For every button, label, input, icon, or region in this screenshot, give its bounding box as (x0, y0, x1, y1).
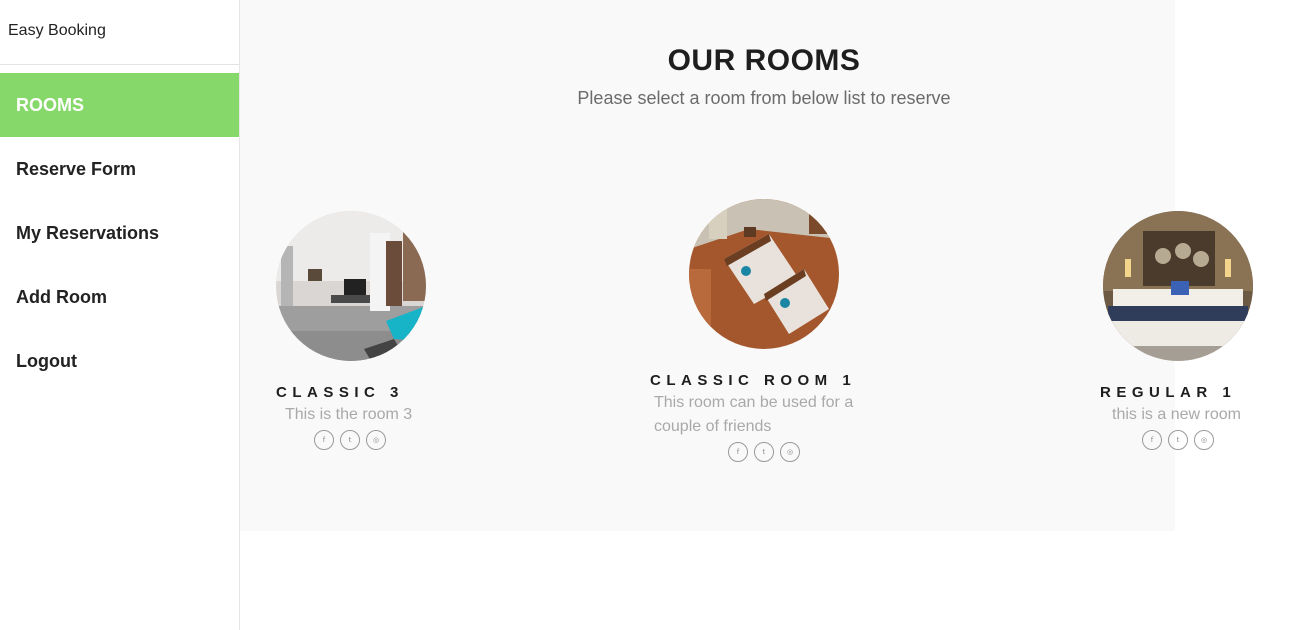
twitter-icon[interactable]: t (340, 430, 360, 450)
sidebar-item-my-reservations[interactable]: My Reservations (0, 201, 239, 265)
room-image[interactable] (276, 211, 426, 361)
sidebar-item-add-room[interactable]: Add Room (0, 265, 239, 329)
social-links: f t ◎ (1142, 430, 1214, 450)
room-description: This is the room 3 (285, 406, 413, 423)
double-bed-room-photo (1103, 211, 1253, 361)
sidebar-item-logout[interactable]: Logout (0, 329, 239, 393)
room-name: CLASSIC 3 (276, 384, 404, 401)
room-name: REGULAR 1 (1100, 384, 1237, 401)
facebook-icon[interactable]: f (314, 430, 334, 450)
twitter-icon[interactable]: t (754, 442, 774, 462)
twitter-icon[interactable]: t (1168, 430, 1188, 450)
room-description: this is a new room (1112, 406, 1241, 423)
room-description: This room can be used for a couple of fr… (654, 394, 854, 435)
instagram-icon[interactable]: ◎ (780, 442, 800, 462)
room-image[interactable] (1103, 211, 1253, 361)
facebook-icon[interactable]: f (1142, 430, 1162, 450)
brand-name[interactable]: Easy Booking (0, 0, 239, 65)
modern-room-photo (276, 211, 426, 361)
social-links: f t ◎ (314, 430, 386, 450)
page-subtitle: Please select a room from below list to … (577, 88, 951, 108)
social-links: f t ◎ (728, 442, 800, 462)
page-title: OUR ROOMS (667, 44, 861, 77)
instagram-icon[interactable]: ◎ (366, 430, 386, 450)
sidebar-nav: ROOMS Reserve Form My Reservations Add R… (0, 73, 239, 393)
sidebar-item-rooms[interactable]: ROOMS (0, 73, 239, 137)
sidebar-item-reserve-form[interactable]: Reserve Form (0, 137, 239, 201)
room-image[interactable] (689, 199, 839, 349)
sidebar: Easy Booking ROOMS Reserve Form My Reser… (0, 0, 240, 630)
room-name: CLASSIC ROOM 1 (650, 372, 857, 389)
instagram-icon[interactable]: ◎ (1194, 430, 1214, 450)
facebook-icon[interactable]: f (728, 442, 748, 462)
twin-bed-room-photo (689, 199, 839, 349)
